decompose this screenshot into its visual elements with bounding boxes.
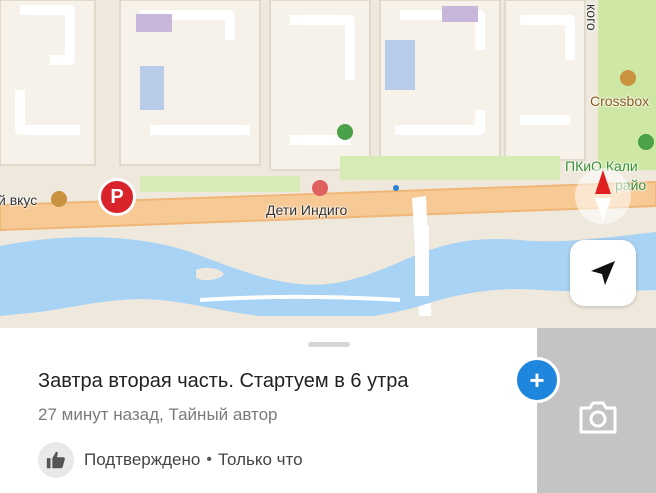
separator-dot: • [206,451,212,468]
parking-marker[interactable]: P [98,178,136,216]
event-meta: 27 минут назад, Тайный автор [38,405,278,424]
navigation-arrow-icon [591,261,615,285]
confirm-row: Подтверждено • Только что [38,442,303,478]
add-button[interactable]: + [514,357,560,403]
map-label-crossbox[interactable]: Crossbox [590,93,649,109]
map-label-deti-indigo[interactable]: Дети Индиго [266,202,347,218]
bottom-sheet: Завтра вторая часть. Стартуем в 6 утра 2… [0,328,537,493]
camera-icon[interactable] [577,398,619,436]
map-label-street: кого [584,4,600,31]
thumbs-up-button[interactable] [38,442,74,478]
confirm-time: Только что [217,450,303,469]
compass-icon[interactable] [570,166,636,226]
event-title: Завтра вторая часть. Стартуем в 6 утра [38,370,409,392]
sheet-drag-handle[interactable] [308,342,350,347]
locate-me-button[interactable] [570,240,636,306]
thumbs-up-icon [46,451,65,469]
map-label-vkus[interactable]: й вкус [0,192,37,208]
confirm-status: Подтверждено [84,450,201,469]
map-view[interactable] [0,0,656,330]
